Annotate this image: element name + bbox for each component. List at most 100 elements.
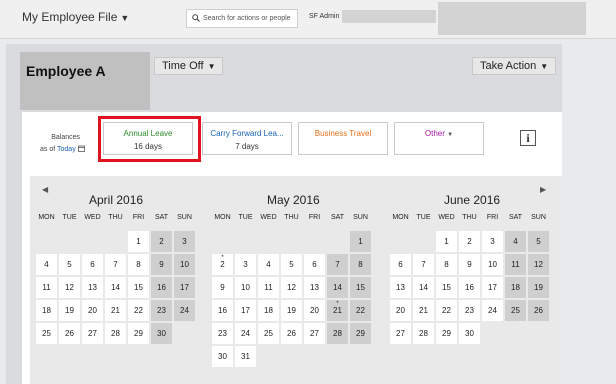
- calendar-day[interactable]: 30: [151, 323, 172, 344]
- calendar-day[interactable]: 8: [128, 254, 149, 275]
- calendar-day[interactable]: 20: [390, 300, 411, 321]
- calendar-day[interactable]: 16: [151, 277, 172, 298]
- calendar-day[interactable]: 9: [459, 254, 480, 275]
- calendar-day[interactable]: 15: [350, 277, 371, 298]
- today-link[interactable]: Today: [57, 146, 76, 153]
- calendar-day[interactable]: 21 *: [327, 300, 348, 321]
- calendar-day[interactable]: 16: [459, 277, 480, 298]
- calendar-day[interactable]: 25: [505, 300, 526, 321]
- calendar-day[interactable]: 10: [235, 277, 256, 298]
- calendar-day[interactable]: 15: [436, 277, 457, 298]
- calendar-day[interactable]: 28: [327, 323, 348, 344]
- time-off-button[interactable]: Time Off ▼: [154, 57, 224, 75]
- prev-month-arrow-icon[interactable]: ◀: [42, 185, 48, 194]
- calendar-day[interactable]: 22: [436, 300, 457, 321]
- calendar-day[interactable]: 2 *: [212, 254, 233, 275]
- calendar-day[interactable]: 25: [258, 323, 279, 344]
- carry-forward-tile[interactable]: Carry Forward Lea... 7 days: [202, 122, 292, 155]
- calendar-day[interactable]: 21: [105, 300, 126, 321]
- calendar-day[interactable]: 6: [82, 254, 103, 275]
- calendar-day[interactable]: 3: [174, 231, 195, 252]
- calendar-day[interactable]: 17: [482, 277, 503, 298]
- calendar-day[interactable]: 30: [212, 346, 233, 367]
- calendar-day[interactable]: 1: [436, 231, 457, 252]
- calendar-day[interactable]: 27: [304, 323, 325, 344]
- calendar-day[interactable]: 3: [235, 254, 256, 275]
- calendar-day[interactable]: 24: [235, 323, 256, 344]
- calendar-day[interactable]: 2: [459, 231, 480, 252]
- calendar-day[interactable]: 11: [505, 254, 526, 275]
- calendar-day[interactable]: 4: [505, 231, 526, 252]
- calendar-day[interactable]: 11: [258, 277, 279, 298]
- calendar-day[interactable]: 13: [390, 277, 411, 298]
- calendar-day[interactable]: 8: [350, 254, 371, 275]
- next-month-arrow-icon[interactable]: ▶: [540, 185, 546, 194]
- calendar-day[interactable]: 5: [59, 254, 80, 275]
- calendar-day[interactable]: 24: [482, 300, 503, 321]
- calendar-day[interactable]: 10: [174, 254, 195, 275]
- calendar-day[interactable]: 7: [105, 254, 126, 275]
- calendar-day[interactable]: 29: [350, 323, 371, 344]
- calendar-day[interactable]: 18: [505, 277, 526, 298]
- calendar-day[interactable]: 31: [235, 346, 256, 367]
- calendar-day[interactable]: 29: [436, 323, 457, 344]
- calendar-day[interactable]: 23: [459, 300, 480, 321]
- calendar-day[interactable]: 7: [327, 254, 348, 275]
- calendar-day[interactable]: 7: [413, 254, 434, 275]
- calendar-day[interactable]: 22: [128, 300, 149, 321]
- calendar-day[interactable]: 15: [128, 277, 149, 298]
- calendar-day[interactable]: 20: [82, 300, 103, 321]
- calendar-day[interactable]: 12: [281, 277, 302, 298]
- calendar-day[interactable]: 24: [174, 300, 195, 321]
- calendar-day[interactable]: 3: [482, 231, 503, 252]
- calendar-day[interactable]: 26: [528, 300, 549, 321]
- calendar-day[interactable]: 8: [436, 254, 457, 275]
- calendar-day[interactable]: 18: [36, 300, 57, 321]
- calendar-day[interactable]: 22: [350, 300, 371, 321]
- business-travel-tile[interactable]: Business Travel: [298, 122, 388, 155]
- info-icon[interactable]: i: [520, 130, 536, 146]
- calendar-day[interactable]: 1: [350, 231, 371, 252]
- calendar-day[interactable]: 5: [281, 254, 302, 275]
- calendar-day[interactable]: 19: [59, 300, 80, 321]
- calendar-day[interactable]: 6: [304, 254, 325, 275]
- calendar-day[interactable]: 21: [413, 300, 434, 321]
- calendar-day[interactable]: 12: [59, 277, 80, 298]
- calendar-day[interactable]: 10: [482, 254, 503, 275]
- calendar-day[interactable]: 19: [528, 277, 549, 298]
- calendar-day[interactable]: 25: [36, 323, 57, 344]
- calendar-day[interactable]: 2: [151, 231, 172, 252]
- calendar-day[interactable]: 27: [82, 323, 103, 344]
- calendar-day[interactable]: 19: [281, 300, 302, 321]
- calendar-day[interactable]: 26: [281, 323, 302, 344]
- calendar-day[interactable]: 4: [36, 254, 57, 275]
- user-name[interactable]: SF Admin: [309, 13, 339, 20]
- calendar-day[interactable]: 13: [304, 277, 325, 298]
- calendar-day[interactable]: 28: [413, 323, 434, 344]
- search-input[interactable]: Search for actions or people: [186, 9, 298, 28]
- other-tile[interactable]: Other ▼: [394, 122, 484, 155]
- calendar-day[interactable]: 20: [304, 300, 325, 321]
- calendar-day[interactable]: 16: [212, 300, 233, 321]
- calendar-day[interactable]: 17: [174, 277, 195, 298]
- calendar-day[interactable]: 26: [59, 323, 80, 344]
- calendar-day[interactable]: 14: [105, 277, 126, 298]
- calendar-day[interactable]: 29: [128, 323, 149, 344]
- calendar-day[interactable]: 9: [212, 277, 233, 298]
- calendar-day[interactable]: 28: [105, 323, 126, 344]
- calendar-day[interactable]: 11: [36, 277, 57, 298]
- calendar-day[interactable]: 5: [528, 231, 549, 252]
- calendar-icon[interactable]: [77, 145, 85, 152]
- calendar-day[interactable]: 23: [151, 300, 172, 321]
- calendar-day[interactable]: 14: [413, 277, 434, 298]
- calendar-day[interactable]: 13: [82, 277, 103, 298]
- calendar-day[interactable]: 6: [390, 254, 411, 275]
- calendar-day[interactable]: 17: [235, 300, 256, 321]
- calendar-day[interactable]: 12: [528, 254, 549, 275]
- calendar-day[interactable]: 4: [258, 254, 279, 275]
- calendar-day[interactable]: 9: [151, 254, 172, 275]
- calendar-day[interactable]: 30: [459, 323, 480, 344]
- app-title-menu[interactable]: My Employee File ▼: [22, 10, 129, 24]
- calendar-day[interactable]: 23: [212, 323, 233, 344]
- calendar-day[interactable]: 1: [128, 231, 149, 252]
